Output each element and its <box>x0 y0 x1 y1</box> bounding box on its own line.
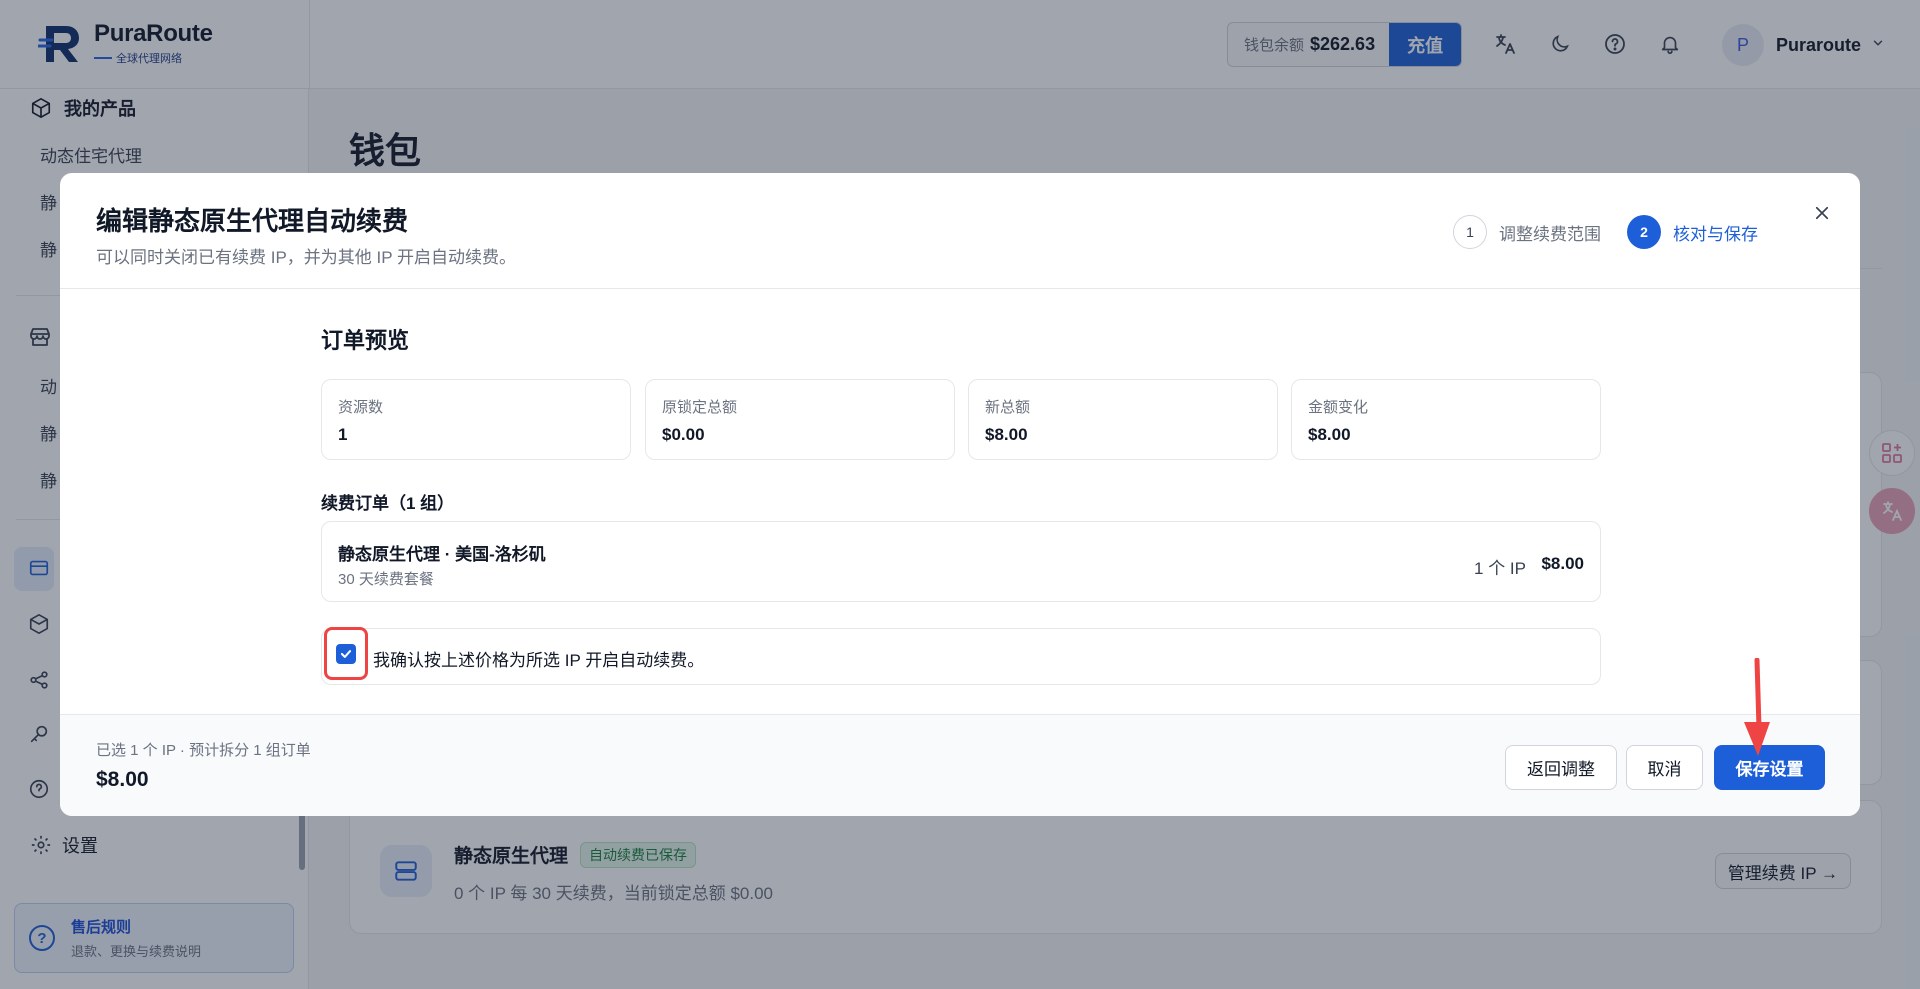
step-number: 1 <box>1453 215 1487 249</box>
stat-value: $8.00 <box>985 425 1028 444</box>
step-adjust-scope[interactable]: 1 调整续费范围 <box>1453 215 1601 249</box>
modal-header: 编辑静态原生代理自动续费 可以同时关闭已有续费 IP，并为其他 IP 开启自动续… <box>60 173 1860 289</box>
arrow-down-icon <box>1740 657 1774 763</box>
cancel-button[interactable]: 取消 <box>1626 745 1703 790</box>
stat-value: $0.00 <box>662 425 705 444</box>
back-adjust-button[interactable]: 返回调整 <box>1505 745 1617 790</box>
close-icon[interactable] <box>1806 197 1838 229</box>
modal-title: 编辑静态原生代理自动续费 <box>96 206 409 236</box>
stat-label: 金额变化 <box>1308 399 1369 416</box>
confirm-text[interactable]: 我确认按上述价格为所选 IP 开启自动续费。 <box>373 646 704 671</box>
confirm-checkbox[interactable] <box>336 644 356 664</box>
selection-summary: 已选 1 个 IP · 预计拆分 1 组订单 <box>96 742 311 759</box>
order-name: 静态原生代理 · 美国-洛杉矶 <box>338 545 546 564</box>
step-label: 核对与保存 <box>1673 224 1758 244</box>
stat-original-locked-total: 原锁定总额 $0.00 <box>645 379 955 460</box>
renewal-orders-title: 续费订单（1 组） <box>321 494 455 513</box>
stat-resource-count: 资源数 1 <box>321 379 631 460</box>
stat-amount-change: 金额变化 $8.00 <box>1291 379 1601 460</box>
auto-renew-modal: 编辑静态原生代理自动续费 可以同时关闭已有续费 IP，并为其他 IP 开启自动续… <box>60 173 1860 816</box>
stat-label: 资源数 <box>338 399 384 416</box>
modal-subtitle: 可以同时关闭已有续费 IP，并为其他 IP 开启自动续费。 <box>96 248 516 267</box>
modal-footer: 已选 1 个 IP · 预计拆分 1 组订单 $8.00 返回调整 取消 保存设… <box>60 714 1860 816</box>
order-plan: 30 天续费套餐 <box>338 571 434 588</box>
order-ip-count: 1 个 IP <box>1474 559 1526 578</box>
footer-total: $8.00 <box>96 768 149 791</box>
step-review-save: 2 核对与保存 <box>1627 215 1758 249</box>
stat-value: $8.00 <box>1308 425 1351 444</box>
stat-new-total: 新总额 $8.00 <box>968 379 1278 460</box>
order-price: $8.00 <box>1541 554 1584 573</box>
stat-value: 1 <box>338 425 348 444</box>
stat-label: 原锁定总额 <box>662 399 738 416</box>
confirm-row: 我确认按上述价格为所选 IP 开启自动续费。 <box>321 627 1601 685</box>
renewal-order-row: 静态原生代理 · 美国-洛杉矶 30 天续费套餐 1 个 IP $8.00 <box>321 521 1601 602</box>
step-label: 调整续费范围 <box>1499 224 1601 244</box>
check-icon <box>340 650 352 658</box>
stat-label: 新总额 <box>985 399 1031 416</box>
order-preview-title: 订单预览 <box>321 328 410 353</box>
step-number: 2 <box>1627 215 1661 249</box>
